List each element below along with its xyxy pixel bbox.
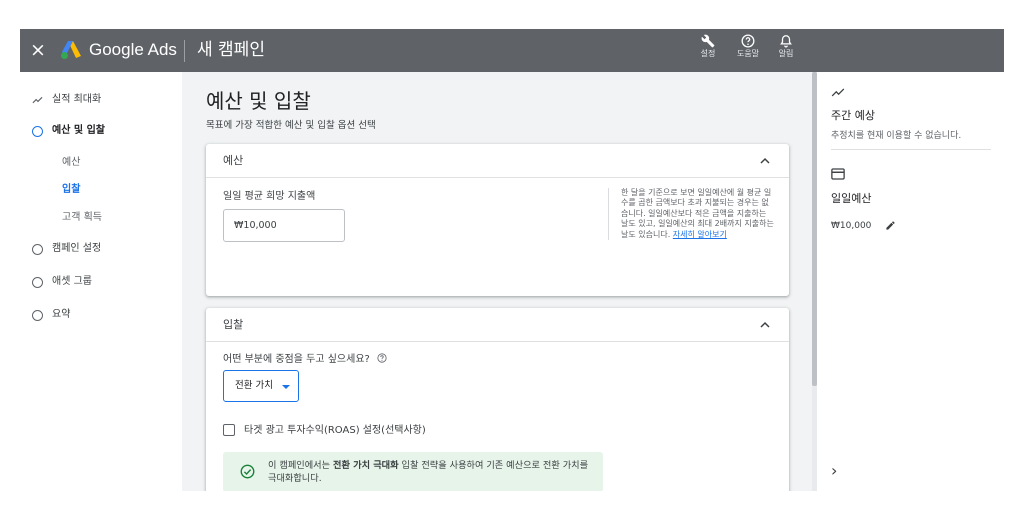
expand-panel-icon[interactable]: › (831, 462, 837, 480)
weekly-estimate-text: 추정치를 현재 이용할 수 없습니다. (831, 131, 962, 141)
caret-down-icon (282, 385, 290, 389)
top-bar: × Google Ads 새 캠페인 설정 도움말 알림 (20, 29, 1004, 72)
page-title: 예산 및 입찰 (206, 89, 311, 113)
weekly-estimate-title: 주간 예상 (831, 109, 875, 122)
step-circle-icon (32, 276, 43, 288)
close-button[interactable]: × (30, 38, 46, 62)
budget-help-text: 한 달을 기준으로 보면 일일예산에 월 평균 일수를 곱한 금액보다 초과 지… (608, 188, 774, 241)
daily-budget-input[interactable]: ₩10,000 (223, 209, 345, 242)
help-circle-icon[interactable] (377, 353, 387, 363)
bidding-info-text: 이 캠페인에서는 전환 가치 극대화 입찰 전략을 사용하여 기존 예산으로 전… (268, 460, 598, 485)
daily-budget-title: 일일예산 (831, 192, 872, 205)
bell-icon (780, 35, 792, 48)
notifications-label: 알림 (778, 49, 794, 58)
sidebar-item-asset-groups[interactable]: 애셋 그룹 (32, 275, 92, 289)
panel-divider (831, 149, 991, 150)
app-window: × Google Ads 새 캠페인 설정 도움말 알림 실적 최대화 예산 및… (20, 29, 1004, 491)
credit-card-icon (831, 168, 845, 180)
help-action[interactable]: 도움말 (731, 34, 765, 59)
bidding-card-title: 입찰 (223, 318, 244, 331)
sidebar-item-summary[interactable]: 요약 (32, 308, 70, 322)
focus-dropdown-value: 전환 가치 (235, 380, 273, 391)
main-content: 예산 및 입찰 목표에 가장 적합한 예산 및 입찰 옵션 선택 예산 일일 평… (182, 72, 812, 491)
daily-budget-value: ₩10,000 (234, 220, 277, 231)
chevron-up-icon[interactable] (757, 153, 773, 169)
focus-dropdown[interactable]: 전환 가치 (223, 370, 299, 402)
wrench-icon (701, 34, 715, 48)
sidebar-subitem-budget[interactable]: 예산 (62, 156, 80, 170)
help-label: 도움말 (736, 49, 760, 58)
brand-name: Google Ads (89, 40, 177, 59)
settings-label: 설정 (700, 49, 716, 58)
bidding-card: 입찰 어떤 부분에 중점을 두고 싶으세요? 전환 가치 타겟 광고 투자수익(… (206, 308, 789, 491)
budget-card: 예산 일일 평균 희망 지출액 ₩10,000 한 달을 기준으로 보면 일일예… (206, 144, 789, 296)
step-circle-icon (32, 309, 43, 321)
side-navigation: 실적 최대화 예산 및 입찰 예산 입찰 고객 획득 캠페인 설정 애셋 그룹 … (20, 72, 182, 491)
right-panel: 주간 예상 추정치를 현재 이용할 수 없습니다. 일일예산 ₩10,000 › (817, 72, 1004, 491)
page-subtitle: 목표에 가장 적합한 예산 및 입찰 옵션 선택 (206, 120, 376, 131)
sidebar-item-label: 캠페인 설정 (52, 243, 102, 254)
info-prefix: 이 캠페인에서는 (268, 460, 334, 471)
step-circle-icon (32, 125, 43, 137)
learn-more-link[interactable]: 자세히 알아보기 (673, 230, 727, 239)
trending-icon (831, 88, 845, 97)
info-strategy-name: 전환 가치 극대화 (333, 460, 399, 471)
chevron-up-icon[interactable] (757, 317, 773, 333)
sidebar-item-label: 애셋 그룹 (52, 276, 92, 287)
settings-action[interactable]: 설정 (691, 34, 725, 59)
focus-question: 어떤 부분에 중점을 두고 싶으세요? (223, 353, 387, 366)
step-circle-icon (32, 243, 43, 255)
sidebar-item-label: 요약 (52, 309, 71, 320)
sidebar-item-performance-max[interactable]: 실적 최대화 (32, 93, 101, 107)
check-circle-icon (240, 464, 255, 479)
focus-question-text: 어떤 부분에 중점을 두고 싶으세요? (223, 354, 370, 365)
daily-budget-label: 일일 평균 희망 지출액 (223, 191, 316, 202)
google-ads-logo (61, 41, 81, 59)
sidebar-item-campaign-settings[interactable]: 캠페인 설정 (32, 242, 101, 256)
target-roas-checkbox[interactable] (223, 424, 235, 436)
help-icon (741, 34, 755, 48)
sidebar-subitem-bidding[interactable]: 입찰 (62, 183, 80, 197)
target-roas-label[interactable]: 타겟 광고 투자수익(ROAS) 설정(선택사항) (244, 424, 426, 437)
sidebar-subitem-customer-acquisition[interactable]: 고객 획득 (62, 211, 102, 225)
edit-pencil-icon[interactable] (885, 220, 896, 231)
bidding-card-header[interactable]: 입찰 (206, 308, 789, 342)
budget-card-title: 예산 (223, 154, 244, 167)
trending-icon (32, 96, 43, 103)
bidding-info-box: 이 캠페인에서는 전환 가치 극대화 입찰 전략을 사용하여 기존 예산으로 전… (223, 452, 603, 491)
campaign-title: 새 캠페인 (197, 40, 265, 60)
budget-card-header[interactable]: 예산 (206, 144, 789, 178)
sidebar-item-label: 예산 및 입찰 (52, 125, 105, 136)
sidebar-item-label: 실적 최대화 (52, 94, 102, 105)
notifications-action[interactable]: 알림 (769, 34, 803, 59)
daily-budget-amount: ₩10,000 (831, 221, 872, 231)
sidebar-item-budget-bidding[interactable]: 예산 및 입찰 (32, 124, 105, 138)
header-divider (184, 40, 185, 62)
